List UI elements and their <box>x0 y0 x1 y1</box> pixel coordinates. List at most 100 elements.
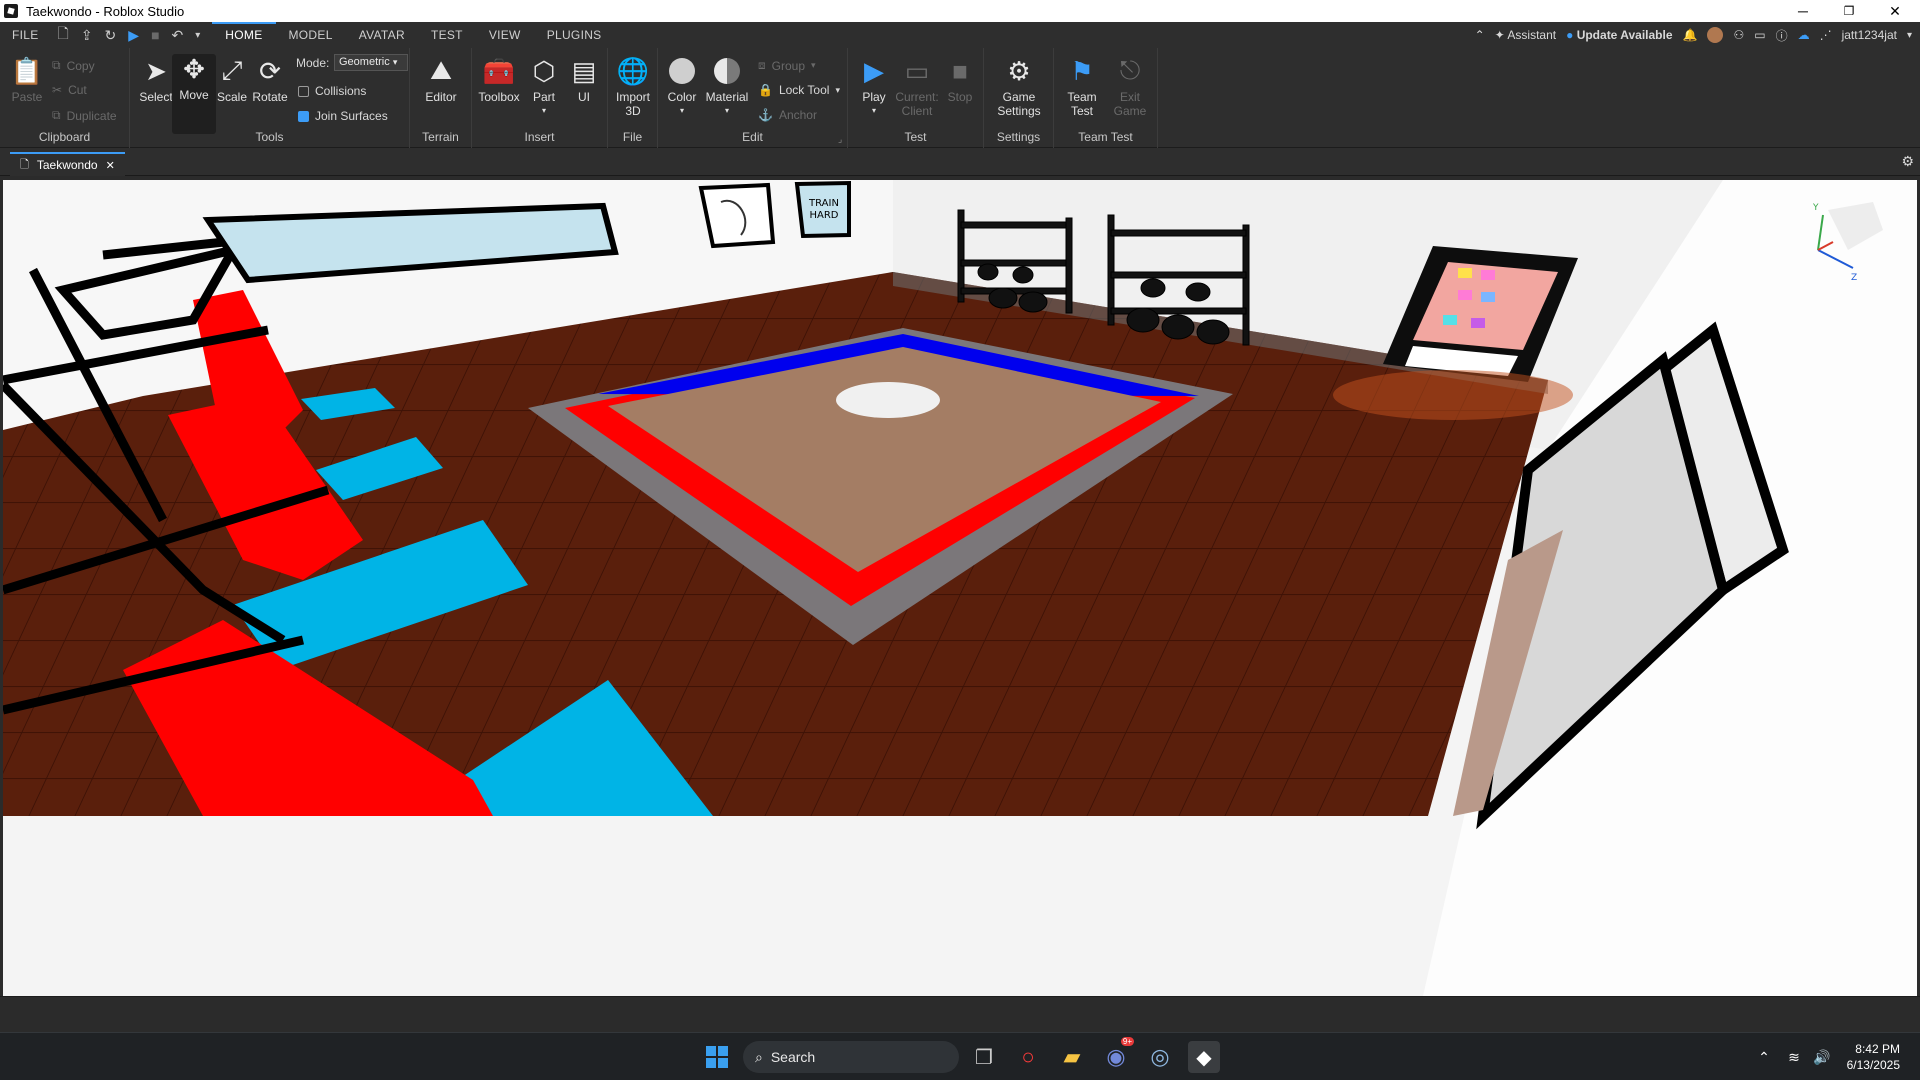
document-tab[interactable]: 🗋 Taekwondo ✕ <box>10 152 125 176</box>
clock-time: 8:42 PM <box>1855 1042 1900 1056</box>
material-dropdown-icon: ▾ <box>724 106 729 115</box>
file-menu[interactable]: FILE <box>0 22 52 48</box>
stop-quick-icon[interactable]: ■ <box>151 27 159 43</box>
material-button[interactable]: Material ▾ <box>702 56 752 118</box>
clipboard-icon: 📋 <box>10 55 44 86</box>
file-group-label: File <box>622 130 643 144</box>
share-icon[interactable]: ⋰ <box>1820 28 1832 42</box>
file-explorer-icon[interactable]: ▰ <box>1056 1041 1088 1073</box>
tab-home[interactable]: HOME <box>212 22 276 48</box>
discord-icon[interactable]: ◉ 9+ <box>1100 1037 1134 1073</box>
mode-dropdown[interactable]: Geometric ▾ <box>334 54 408 71</box>
update-available-button[interactable]: ● Update Available <box>1566 28 1672 42</box>
collapse-ribbon-icon[interactable]: ⌃ <box>1475 28 1485 42</box>
close-button[interactable]: ✕ <box>1872 0 1918 22</box>
toolbox-button[interactable]: 🧰 Toolbox <box>474 56 524 105</box>
steam-icon[interactable]: ◎ <box>1144 1041 1176 1073</box>
anchor-button[interactable]: ⚓ Anchor <box>758 108 817 122</box>
quick-access-dropdown-icon[interactable]: ▾ <box>195 30 200 41</box>
help-icon[interactable]: ⓘ <box>1776 27 1788 44</box>
task-view-icon[interactable]: ❐ <box>968 1041 1000 1073</box>
status-strip <box>0 996 1920 1032</box>
windows-start-icon[interactable] <box>701 1041 733 1073</box>
rotate-tool-button[interactable]: ⟳ Rotate <box>248 55 292 105</box>
clock-date: 6/13/2025 <box>1846 1058 1900 1072</box>
test-group: ▶ Play ▾ ▭ Current: Client ■ Stop Test <box>848 48 984 148</box>
roblox-studio-taskbar-icon[interactable]: ◆ <box>1188 1041 1220 1073</box>
cloud-icon[interactable]: ☁ <box>1798 28 1810 42</box>
play-button[interactable]: ▶ Play ▾ <box>852 56 896 118</box>
volume-icon[interactable]: 🔊 <box>1806 1041 1838 1073</box>
lock-tool-button[interactable]: 🔒 Lock Tool ▾ <box>758 83 840 97</box>
current-client-button[interactable]: ▭ Current: Client <box>892 55 942 119</box>
minimize-button[interactable]: ─ <box>1780 0 1826 22</box>
title-bar: Taekwondo - Roblox Studio ─ ❐ ✕ <box>0 0 1920 22</box>
undo-icon[interactable]: ↶ <box>172 27 184 44</box>
team-test-button[interactable]: ⚑ Team Test <box>1060 56 1104 119</box>
taskbar-search[interactable]: ⌕ Search <box>743 1041 959 1073</box>
cube-icon: ⬡ <box>532 55 556 86</box>
color-button[interactable]: Color ▾ <box>660 56 704 118</box>
collisions-checkbox[interactable]: Collisions <box>298 84 366 98</box>
ui-button[interactable]: ▤ UI <box>562 56 606 105</box>
import-3d-button[interactable]: 🌐 Import 3D <box>611 56 655 119</box>
duplicate-button[interactable]: ⧉ Duplicate <box>52 108 117 123</box>
edit-expand-icon[interactable]: ⌟ <box>838 134 842 145</box>
duplicate-icon: ⧉ <box>52 108 61 122</box>
paste-button[interactable]: 📋 Paste <box>6 55 48 105</box>
redo-arrow-icon[interactable]: ↻ <box>105 27 117 44</box>
terrain-group-label: Terrain <box>422 130 459 144</box>
game-settings-button[interactable]: ⚙ Game Settings <box>994 55 1044 119</box>
3d-viewport[interactable]: TRAIN HARD Y Z <box>3 180 1917 996</box>
discord-badge: 9+ <box>1120 1037 1134 1046</box>
opera-browser-icon[interactable]: ○ <box>1012 1041 1044 1073</box>
poster-text-line1: TRAIN <box>808 198 839 209</box>
assistant-button[interactable]: ✦ Assistant <box>1495 28 1556 42</box>
chat-icon[interactable]: ▭ <box>1754 28 1765 42</box>
tab-plugins[interactable]: PLUGINS <box>534 22 615 48</box>
tab-avatar[interactable]: AVATAR <box>346 22 418 48</box>
gear-icon: ⚙ <box>1007 55 1031 86</box>
restore-button[interactable]: ❐ <box>1826 0 1872 22</box>
terrain-group: ⛰ Editor Terrain <box>410 48 472 148</box>
tab-view[interactable]: VIEW <box>476 22 534 48</box>
material-sphere-icon <box>712 56 742 86</box>
tab-test[interactable]: TEST <box>418 22 476 48</box>
mode-label: Mode: <box>296 56 330 70</box>
axis-y-label: Y <box>1812 203 1819 213</box>
terrain-editor-button[interactable]: ⛰ Editor <box>419 55 463 104</box>
join-surfaces-checkbox[interactable]: Join Surfaces <box>298 109 388 123</box>
add-friend-icon[interactable]: ⚇ <box>1733 28 1744 42</box>
part-button[interactable]: ⬡ Part ▾ <box>522 56 566 118</box>
client-window-icon: ▭ <box>904 55 930 86</box>
checkbox-checked-icon <box>298 110 309 122</box>
cursor-arrow-icon: ➤ <box>145 55 167 86</box>
rotate-icon: ⟳ <box>259 55 281 86</box>
publish-icon[interactable]: ⇪ <box>81 27 93 44</box>
tools-group: ➤ Select ✥ Move ⤢ Scale ⟳ Rotate Mode: G… <box>130 48 410 148</box>
exit-door-icon: ⎋ <box>1119 55 1141 85</box>
user-dropdown-icon[interactable]: ▾ <box>1907 30 1912 41</box>
color-circle-icon <box>667 56 697 86</box>
system-tray-expand-icon[interactable]: ⌃ <box>1748 1041 1780 1073</box>
play-quick-icon[interactable]: ▶ <box>128 27 139 44</box>
group-button[interactable]: ⧈ Group ▾ <box>758 58 816 73</box>
close-tab-icon[interactable]: ✕ <box>106 159 115 172</box>
settings-group-label: Settings <box>996 130 1041 144</box>
avatar[interactable] <box>1707 27 1724 43</box>
stop-button[interactable]: ■ Stop <box>938 56 982 105</box>
clock[interactable]: 8:42 PM 6/13/2025 <box>1847 1041 1900 1073</box>
new-file-icon[interactable]: 🗋 <box>58 23 69 47</box>
chevron-down-icon: ▾ <box>392 57 398 67</box>
ribbon: 📋 Paste ⧉ Copy ✂ Cut ⧉ Duplicate Clipboard … <box>0 48 1920 148</box>
viewport-settings-gear-icon[interactable]: ⚙ <box>1901 153 1914 170</box>
lock-icon: 🔒 <box>758 83 773 97</box>
tab-model[interactable]: MODEL <box>276 22 346 48</box>
notifications-icon[interactable]: 🔔 <box>1683 28 1698 42</box>
tools-group-label: Tools <box>255 130 284 144</box>
username[interactable]: jatt1234jat <box>1842 28 1897 42</box>
copy-button[interactable]: ⧉ Copy <box>52 58 95 73</box>
insert-group: 🧰 Toolbox ⬡ Part ▾ ▤ UI Insert <box>472 48 608 148</box>
cut-button[interactable]: ✂ Cut <box>52 83 87 97</box>
exit-game-button[interactable]: ⎋ Exit Game <box>1108 55 1152 118</box>
